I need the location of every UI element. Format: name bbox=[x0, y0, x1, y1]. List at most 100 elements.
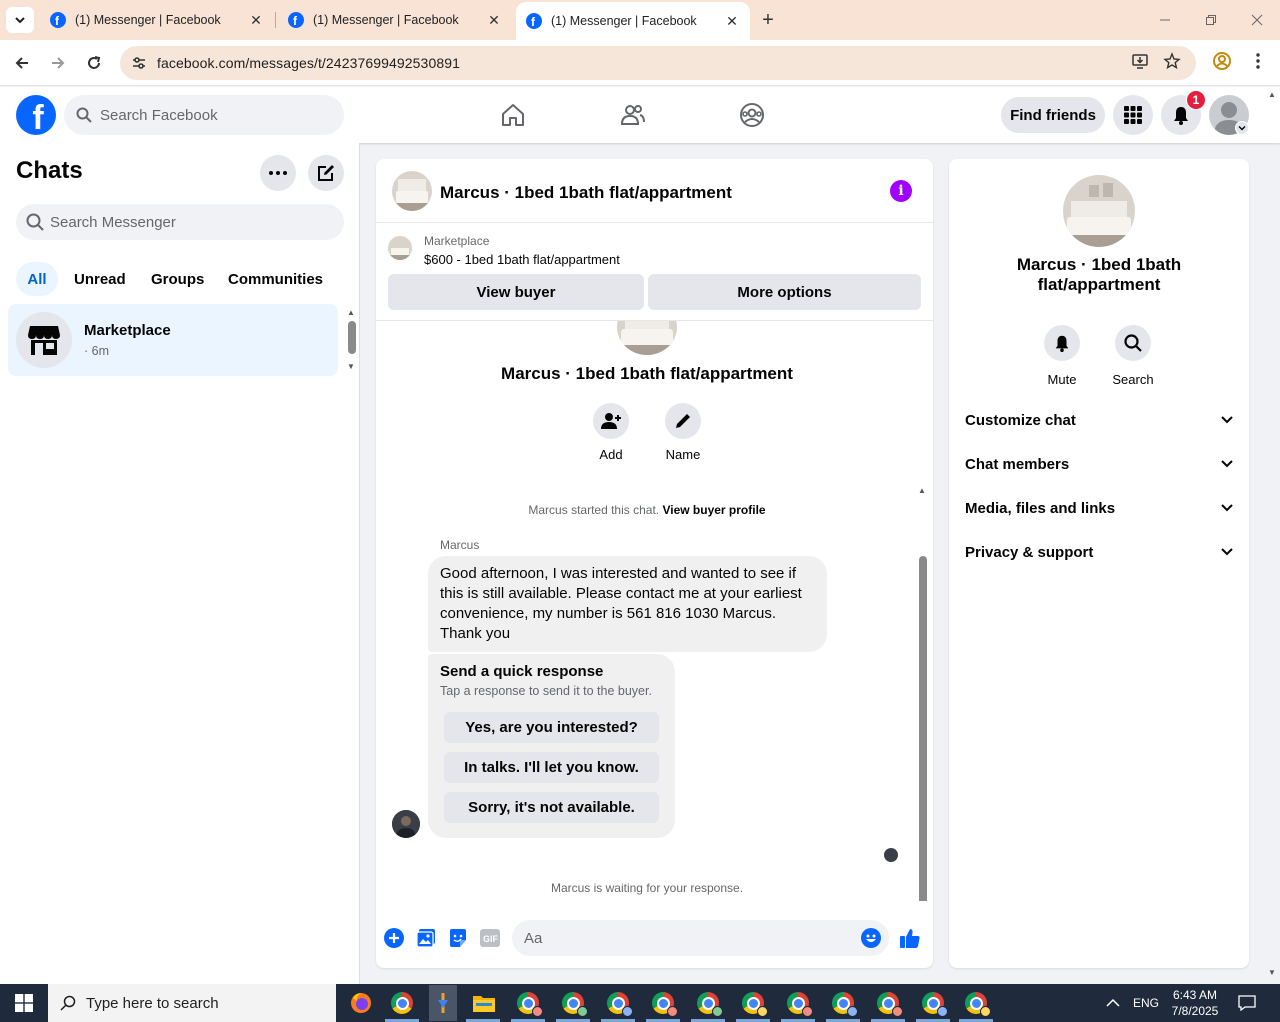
back-arrow-icon[interactable] bbox=[10, 51, 34, 75]
home-icon[interactable] bbox=[499, 101, 527, 129]
install-app-icon[interactable] bbox=[1127, 48, 1153, 74]
thumbs-up-icon[interactable] bbox=[899, 927, 921, 949]
active-app-icon[interactable] bbox=[429, 985, 457, 1021]
mute-action[interactable]: Mute bbox=[1027, 325, 1097, 387]
new-tab-icon[interactable]: + bbox=[756, 8, 780, 32]
emoji-icon[interactable] bbox=[860, 927, 882, 949]
listing-price-title[interactable]: $600 - 1bed 1bath flat/appartment bbox=[424, 252, 620, 267]
page-scroll-down-arrow-icon[interactable]: ▼ bbox=[1268, 968, 1276, 977]
close-tab-icon[interactable]: ✕ bbox=[486, 12, 502, 28]
sender-avatar[interactable] bbox=[392, 810, 420, 838]
message-input[interactable]: Aa bbox=[512, 920, 889, 956]
chat-options-button[interactable] bbox=[260, 155, 296, 191]
facebook-favicon-icon: f bbox=[526, 13, 542, 29]
scroll-up-arrow-icon[interactable]: ▲ bbox=[347, 308, 355, 317]
chat-members-section[interactable]: Chat members bbox=[965, 450, 1233, 478]
notification-center-icon[interactable] bbox=[1238, 984, 1256, 1022]
filter-all[interactable]: All bbox=[16, 262, 58, 296]
bookmark-star-icon[interactable] bbox=[1159, 48, 1185, 74]
profile-icon[interactable] bbox=[1209, 48, 1235, 74]
chrome-profile-icon[interactable] bbox=[921, 991, 948, 1017]
chrome-profile-icon[interactable] bbox=[876, 991, 903, 1017]
listing-avatar[interactable] bbox=[392, 171, 432, 211]
clock-date: 7/8/2025 bbox=[1171, 1004, 1219, 1018]
message-thread-scrollbar[interactable] bbox=[919, 556, 927, 901]
firefox-icon[interactable] bbox=[349, 991, 373, 1015]
scroll-up-arrow-icon[interactable]: ▲ bbox=[918, 486, 926, 495]
chrome-profile-icon[interactable] bbox=[606, 991, 633, 1017]
chrome-profile-icon[interactable] bbox=[964, 991, 991, 1017]
filter-groups[interactable]: Groups bbox=[139, 262, 216, 296]
chrome-profile-icon[interactable] bbox=[741, 991, 768, 1017]
view-buyer-profile-link[interactable]: View buyer profile bbox=[662, 503, 765, 517]
site-settings-icon[interactable] bbox=[122, 55, 156, 71]
info-icon[interactable]: i bbox=[890, 180, 912, 202]
reload-icon[interactable] bbox=[82, 51, 106, 75]
windows-start-icon[interactable] bbox=[0, 984, 48, 1022]
attach-photo-icon[interactable] bbox=[415, 927, 437, 949]
close-tab-icon[interactable]: ✕ bbox=[248, 12, 264, 28]
view-buyer-button[interactable]: View buyer bbox=[388, 274, 644, 310]
incoming-message-bubble[interactable]: Good afternoon, I was interested and wan… bbox=[428, 556, 827, 652]
tab-title: (1) Messenger | Facebook bbox=[313, 13, 459, 27]
show-hidden-icons-icon[interactable] bbox=[1106, 984, 1120, 1022]
customize-chat-section[interactable]: Customize chat bbox=[965, 406, 1233, 434]
restore-window-icon[interactable] bbox=[1188, 0, 1234, 40]
language-indicator[interactable]: ENG bbox=[1133, 984, 1159, 1022]
page-scroll-up-arrow-icon[interactable]: ▲ bbox=[1268, 90, 1276, 99]
minimize-window-icon[interactable] bbox=[1142, 0, 1188, 40]
sticker-icon[interactable] bbox=[447, 927, 469, 949]
close-tab-icon[interactable]: ✕ bbox=[724, 13, 740, 29]
file-explorer-icon[interactable] bbox=[472, 991, 496, 1015]
listing-avatar-large bbox=[617, 321, 677, 355]
quick-response-not-available-button[interactable]: Sorry, it's not available. bbox=[444, 792, 659, 823]
messenger-search-input[interactable]: Search Messenger bbox=[16, 204, 344, 240]
facebook-logo[interactable]: f bbox=[16, 95, 56, 135]
find-friends-button[interactable]: Find friends bbox=[1001, 97, 1105, 133]
filter-unread[interactable]: Unread bbox=[62, 262, 138, 296]
chat-list-scrollbar[interactable] bbox=[348, 321, 356, 354]
quick-response-yes-button[interactable]: Yes, are you interested? bbox=[444, 712, 659, 743]
friends-icon[interactable] bbox=[619, 101, 647, 129]
chrome-profile-icon[interactable] bbox=[651, 991, 678, 1017]
search-icon bbox=[1115, 325, 1151, 361]
quick-response-in-talks-button[interactable]: In talks. I'll let you know. bbox=[444, 752, 659, 783]
facebook-search-input[interactable]: Search Facebook bbox=[64, 95, 344, 135]
menu-grid-button[interactable] bbox=[1113, 95, 1153, 135]
tab-search-button[interactable] bbox=[6, 7, 34, 33]
search-in-chat-action[interactable]: Search bbox=[1098, 325, 1168, 387]
system-clock[interactable]: 6:43 AM 7/8/2025 bbox=[1160, 987, 1230, 1019]
conversation-title[interactable]: Marcus · 1bed 1bath flat/appartment bbox=[440, 183, 732, 203]
forward-arrow-icon[interactable] bbox=[46, 51, 70, 75]
chrome-profile-icon[interactable] bbox=[696, 991, 723, 1017]
media-files-links-section[interactable]: Media, files and links bbox=[965, 494, 1233, 522]
name-chat-action[interactable]: Name bbox=[653, 403, 713, 462]
chrome-profile-icon[interactable] bbox=[516, 991, 543, 1017]
taskbar-search-input[interactable]: Type here to search bbox=[48, 984, 336, 1022]
read-receipt-avatar bbox=[884, 848, 898, 862]
browser-tab-1[interactable]: f (1) Messenger | Facebook ✕ bbox=[40, 0, 274, 40]
browser-menu-icon[interactable] bbox=[1245, 48, 1271, 74]
chevron-down-icon bbox=[1221, 548, 1233, 556]
filter-communities[interactable]: Communities bbox=[216, 262, 335, 296]
new-message-button[interactable] bbox=[308, 155, 344, 191]
browser-tab-3-active[interactable]: f (1) Messenger | Facebook ✕ bbox=[516, 2, 750, 40]
chrome-profile-icon[interactable] bbox=[831, 991, 858, 1017]
privacy-support-section[interactable]: Privacy & support bbox=[965, 538, 1233, 566]
address-bar[interactable]: facebook.com/messages/t/2423769949253089… bbox=[120, 46, 1196, 80]
chrome-profile-icon[interactable] bbox=[786, 991, 813, 1017]
chrome-icon[interactable] bbox=[390, 991, 414, 1015]
browser-tab-2[interactable]: f (1) Messenger | Facebook ✕ bbox=[278, 0, 512, 40]
gif-icon[interactable]: GIF bbox=[479, 927, 501, 949]
chrome-profile-icon[interactable] bbox=[561, 991, 588, 1017]
add-people-action[interactable]: Add bbox=[581, 403, 641, 462]
groups-icon[interactable] bbox=[738, 101, 766, 129]
close-window-icon[interactable] bbox=[1234, 0, 1280, 40]
chat-list-item[interactable]: Marketplace · 6m bbox=[8, 304, 338, 376]
account-chevron-icon[interactable] bbox=[1235, 121, 1249, 135]
chevron-down-icon bbox=[1221, 460, 1233, 468]
more-actions-plus-icon[interactable] bbox=[383, 927, 405, 949]
scroll-down-arrow-icon[interactable]: ▼ bbox=[347, 362, 355, 371]
more-options-button[interactable]: More options bbox=[648, 274, 921, 310]
listing-profile-photo[interactable] bbox=[1063, 175, 1135, 247]
